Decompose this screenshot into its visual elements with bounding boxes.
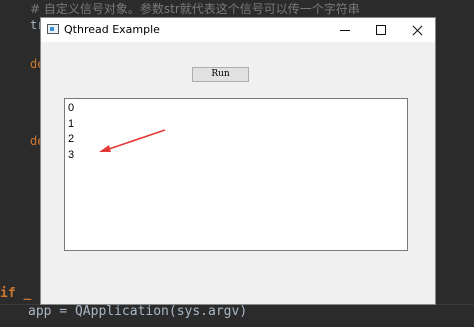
close-button[interactable] [399,18,435,42]
window-titlebar[interactable]: Qthread Example [41,18,435,42]
maximize-icon [376,25,386,35]
code-app-line: app = QApplication(sys.argv) [28,304,248,319]
output-text-area[interactable]: 0 1 2 3 [64,98,408,251]
maximize-button[interactable] [363,18,399,42]
minimize-icon [340,29,350,31]
app-icon [47,24,59,34]
output-line: 0 [68,102,75,114]
run-button[interactable]: Run [192,67,249,82]
qthread-window: Qthread Example Run 0 1 2 3 [40,17,436,305]
minimize-button[interactable] [327,18,363,42]
output-line: 3 [68,148,75,161]
close-icon [412,25,423,36]
output-line: 1 [68,117,75,130]
window-title: Qthread Example [64,23,160,36]
output-line: 2 [68,133,75,145]
code-if-line: if _ [0,286,32,301]
code-comment-line: # 自定义信号对象。参数str就代表这个信号可以传一个字符串 [30,2,360,16]
